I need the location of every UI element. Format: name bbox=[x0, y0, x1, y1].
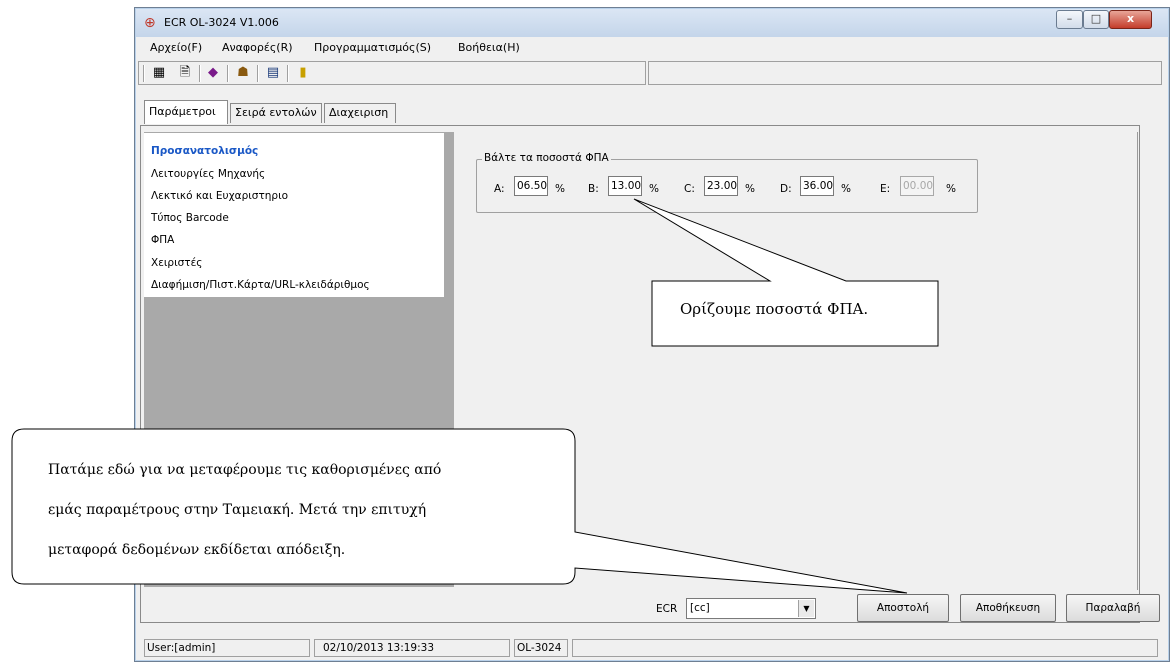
send-callout-line: Πατάμε εδώ για να μεταφέρουμε τις καθορι… bbox=[48, 462, 442, 478]
send-callout-line: μεταφορά δεδομένων εκδίδεται απόδειξη. bbox=[48, 542, 346, 558]
send-callout-line: εμάς παραμέτρους στην Ταμειακή. Μετά την… bbox=[48, 502, 427, 518]
vat-callout-shape bbox=[633, 198, 939, 347]
vat-callout-text: Ορίζουμε ποσοστά ΦΠΑ. bbox=[680, 300, 869, 318]
send-callout-text: Πατάμε εδώ για να μεταφέρουμε τις καθορι… bbox=[48, 450, 441, 570]
